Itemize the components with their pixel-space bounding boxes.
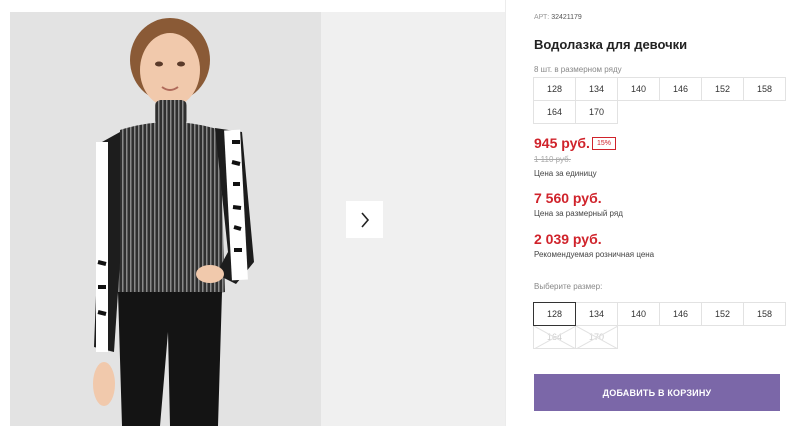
size-option[interactable]: 146: [659, 302, 702, 326]
pack-size-cell: 152: [701, 77, 744, 101]
pack-size-cell: 164: [533, 100, 576, 124]
size-select-caption: Выберите размер:: [534, 282, 603, 291]
unavailable-cross-icon: [576, 326, 617, 348]
size-option-label: 134: [588, 309, 605, 319]
size-option-label: 146: [672, 309, 689, 319]
size-option-unavailable: 170: [575, 325, 618, 349]
pack-size-cell: 170: [575, 100, 618, 124]
size-option-label: 128: [546, 309, 563, 319]
discount-badge: 15%: [592, 137, 617, 150]
size-option-unavailable: 164: [533, 325, 576, 349]
retail-price: 2 039 руб.: [534, 231, 602, 247]
size-selector: 128 134 140 146 152 158 164 170: [533, 302, 786, 349]
size-option[interactable]: 128: [533, 302, 576, 326]
pack-size-cell: 134: [575, 77, 618, 101]
unit-price: 945 руб.: [534, 135, 590, 151]
product-gallery: [10, 12, 505, 426]
product-title: Водолазка для девочки: [534, 37, 688, 52]
pack-price-label: Цена за размерный ряд: [534, 209, 623, 218]
pack-caption: 8 шт. в размерном ряду: [534, 65, 622, 74]
panel-divider: [505, 0, 506, 426]
add-to-cart-button[interactable]: ДОБАВИТЬ В КОРЗИНУ: [534, 374, 780, 411]
size-option[interactable]: 140: [617, 302, 660, 326]
old-price: 1 110 руб.: [534, 155, 571, 164]
chevron-right-icon: [360, 211, 369, 228]
size-option[interactable]: 134: [575, 302, 618, 326]
pack-price: 7 560 руб.: [534, 190, 602, 206]
size-option-label: 158: [756, 309, 773, 319]
size-option[interactable]: 152: [701, 302, 744, 326]
article-number: 32421179: [551, 14, 582, 21]
article-label: АРТ:: [534, 14, 550, 21]
girl-in-turtleneck-image: [10, 12, 321, 426]
pack-size-cell: 140: [617, 77, 660, 101]
size-option-label: 140: [630, 309, 647, 319]
unit-price-label: Цена за единицу: [534, 169, 597, 178]
pack-size-grid: 128 134 140 146 152 158 164 170: [533, 77, 786, 124]
unavailable-cross-icon: [534, 326, 575, 348]
article-code: АРТ: 32421179: [534, 14, 582, 21]
size-option-label: 152: [714, 309, 731, 319]
pack-size-cell: 158: [743, 77, 786, 101]
pack-size-cell: 128: [533, 77, 576, 101]
pack-size-cell: 146: [659, 77, 702, 101]
size-option[interactable]: 158: [743, 302, 786, 326]
retail-price-label: Рекомендуемая розничная цена: [534, 250, 655, 259]
next-image-button[interactable]: [346, 201, 383, 238]
product-photo[interactable]: [10, 12, 321, 426]
